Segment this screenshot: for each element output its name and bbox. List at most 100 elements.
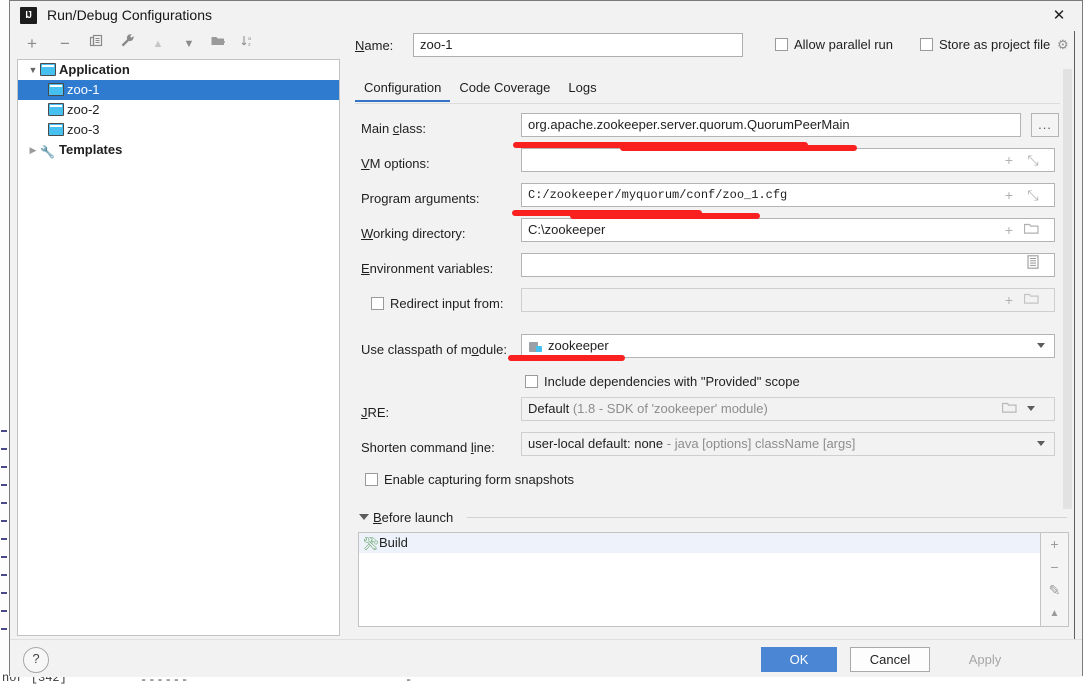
tree-item-label: zoo-2 bbox=[67, 102, 100, 117]
working-directory-macro-icon[interactable]: + bbox=[997, 218, 1021, 242]
redirect-input-checkbox[interactable]: Redirect input from: bbox=[371, 296, 503, 311]
configuration-form: Main class: org.apache.zookeeper.server.… bbox=[355, 113, 1067, 495]
expand-triangle-icon[interactable]: ▼ bbox=[26, 60, 40, 80]
remove-configuration-icon[interactable]: − bbox=[54, 33, 76, 55]
form-snapshots-checkbox[interactable]: Enable capturing form snapshots bbox=[365, 472, 574, 487]
tree-group-application[interactable]: ▼ Application bbox=[18, 60, 339, 80]
jre-combobox[interactable]: Default (1.8 - SDK of 'zookeeper' module… bbox=[521, 397, 1055, 421]
sort-alphabetically-icon[interactable]: a z bbox=[237, 33, 259, 55]
vm-options-expand-icon[interactable]: ⤡ bbox=[1021, 148, 1045, 172]
tree-item-label: zoo-3 bbox=[67, 122, 100, 137]
task-label: Build bbox=[379, 535, 408, 550]
configurations-tree[interactable]: ▼ Application zoo-1 zoo-2 zoo-3 ▶ 🔧 Templat… bbox=[17, 59, 340, 636]
program-arguments-input[interactable]: C:/zookeeper/myquorum/conf/zoo_1.cfg bbox=[521, 183, 1055, 207]
checkbox-box[interactable] bbox=[365, 473, 378, 486]
include-provided-checkbox[interactable]: Include dependencies with "Provided" sco… bbox=[525, 374, 800, 389]
working-directory-input[interactable]: C:\zookeeper bbox=[521, 218, 1055, 242]
main-class-input[interactable]: org.apache.zookeeper.server.quorum.Quoru… bbox=[521, 113, 1021, 137]
editor-tabs: Configuration Code Coverage Logs bbox=[355, 77, 1060, 103]
add-configuration-icon[interactable]: + bbox=[21, 33, 43, 55]
store-as-project-file-checkbox[interactable]: Store as project file bbox=[920, 37, 1050, 52]
redirect-input-macro-icon: + bbox=[1004, 292, 1014, 308]
module-icon bbox=[529, 340, 543, 353]
classpath-module-row: Use classpath of module: zookeeper bbox=[355, 334, 1067, 369]
tree-item-label: zoo-1 bbox=[67, 82, 100, 97]
checkbox-box[interactable] bbox=[920, 38, 933, 51]
redirect-input-folder-icon bbox=[1019, 288, 1043, 312]
tree-templates-label: Templates bbox=[59, 142, 123, 157]
checkbox-box[interactable] bbox=[525, 375, 538, 388]
name-row: Name: zoo-1 Allow parallel run Store as … bbox=[355, 33, 1075, 59]
build-hammer-icon: 🛠 bbox=[362, 536, 379, 551]
edit-task-icon[interactable]: ✎ bbox=[1041, 579, 1068, 602]
vm-options-input[interactable] bbox=[521, 148, 1055, 172]
working-directory-folder-icon[interactable] bbox=[1019, 218, 1043, 242]
chevron-down-icon[interactable] bbox=[1037, 441, 1045, 446]
tab-logs[interactable]: Logs bbox=[559, 77, 605, 100]
jre-folder-icon[interactable] bbox=[997, 397, 1021, 421]
shorten-command-line-row: Shorten command line: user-local default… bbox=[355, 432, 1067, 467]
cancel-button[interactable]: Cancel bbox=[850, 647, 930, 672]
edit-templates-wrench-icon[interactable] bbox=[116, 33, 138, 55]
working-directory-label: Working directory: bbox=[361, 226, 466, 241]
shorten-command-line-value: user-local default: none bbox=[528, 436, 664, 451]
checkbox-box[interactable] bbox=[775, 38, 788, 51]
copy-configuration-icon[interactable] bbox=[85, 33, 107, 55]
remove-task-icon[interactable]: − bbox=[1041, 556, 1068, 579]
collapse-triangle-icon[interactable] bbox=[359, 514, 369, 520]
add-task-icon[interactable]: + bbox=[1041, 533, 1068, 556]
close-icon[interactable]: ✕ bbox=[1036, 1, 1082, 31]
shorten-command-line-hint: - java [options] className [args] bbox=[666, 436, 856, 451]
before-launch-task-build[interactable]: 🛠Build bbox=[359, 533, 1040, 553]
move-up-icon[interactable]: ▲ bbox=[147, 33, 169, 55]
move-into-folder-icon[interactable] bbox=[207, 33, 229, 55]
program-arguments-expand-icon[interactable]: ⤡ bbox=[1021, 183, 1045, 207]
help-button[interactable]: ? bbox=[23, 647, 49, 673]
tab-code-coverage[interactable]: Code Coverage bbox=[450, 77, 559, 100]
allow-parallel-run-checkbox[interactable]: Allow parallel run bbox=[775, 37, 893, 52]
shorten-command-line-combobox[interactable]: user-local default: none - java [options… bbox=[521, 432, 1055, 456]
environment-variables-list-icon[interactable] bbox=[1021, 253, 1045, 277]
main-class-browse-button[interactable]: ... bbox=[1031, 113, 1059, 137]
checkbox-box[interactable] bbox=[371, 297, 384, 310]
chevron-down-icon[interactable] bbox=[1037, 343, 1045, 348]
environment-variables-label: Environment variables: bbox=[361, 261, 494, 276]
application-icon bbox=[40, 63, 56, 76]
program-arguments-macro-icon[interactable]: + bbox=[997, 183, 1021, 207]
tab-divider bbox=[355, 103, 1060, 104]
main-class-label: Main class: bbox=[361, 121, 427, 136]
shorten-command-line-label: Shorten command line: bbox=[361, 440, 495, 455]
configuration-editor-pane: Name: zoo-1 Allow parallel run Store as … bbox=[355, 33, 1075, 633]
form-snapshots-row: Enable capturing form snapshots bbox=[355, 467, 1067, 495]
tree-group-templates[interactable]: ▶ 🔧 Templates bbox=[18, 140, 339, 160]
tree-item-zoo-1[interactable]: zoo-1 bbox=[18, 80, 339, 100]
folder-icon-svg bbox=[1001, 402, 1017, 413]
ok-button[interactable]: OK bbox=[761, 647, 837, 672]
form-snapshots-label: Enable capturing form snapshots bbox=[384, 472, 575, 487]
main-class-underline-annotation-2 bbox=[620, 145, 857, 151]
tree-item-zoo-3[interactable]: zoo-3 bbox=[18, 120, 339, 140]
redirect-input-row: Redirect input from: + bbox=[355, 288, 1067, 323]
tab-configuration[interactable]: Configuration bbox=[355, 77, 451, 102]
jre-chevron-down-icon[interactable] bbox=[1027, 406, 1035, 411]
tree-item-zoo-2[interactable]: zoo-2 bbox=[18, 100, 339, 120]
vm-options-macro-icon[interactable]: + bbox=[997, 148, 1021, 172]
sort-az-icon-svg: a z bbox=[241, 36, 252, 48]
name-input[interactable]: zoo-1 bbox=[413, 33, 743, 57]
environment-variables-input[interactable] bbox=[521, 253, 1055, 277]
move-task-up-icon[interactable]: ▲ bbox=[1041, 602, 1068, 625]
gear-icon[interactable]: ⚙ bbox=[1057, 37, 1069, 53]
before-launch-section: Before launch 🛠Build + − ✎ ▲ bbox=[355, 508, 1069, 627]
folder-icon-svg bbox=[1023, 293, 1039, 304]
before-launch-title: Before launch bbox=[373, 510, 454, 525]
move-down-icon[interactable]: ▼ bbox=[178, 33, 200, 55]
content-scrollbar-thumb[interactable] bbox=[1063, 69, 1072, 509]
name-label: Name: bbox=[355, 38, 394, 53]
gutter-marks bbox=[0, 430, 9, 660]
apply-button[interactable]: Apply bbox=[945, 647, 1025, 672]
dialog-titlebar: IJ Run/Debug Configurations ✕ bbox=[10, 1, 1082, 31]
before-launch-task-list[interactable]: 🛠Build bbox=[358, 532, 1041, 627]
store-as-project-file-label: Store as project file bbox=[939, 37, 1051, 52]
collapse-triangle-icon[interactable]: ▶ bbox=[26, 140, 40, 160]
dialog-title: Run/Debug Configurations bbox=[47, 7, 212, 23]
